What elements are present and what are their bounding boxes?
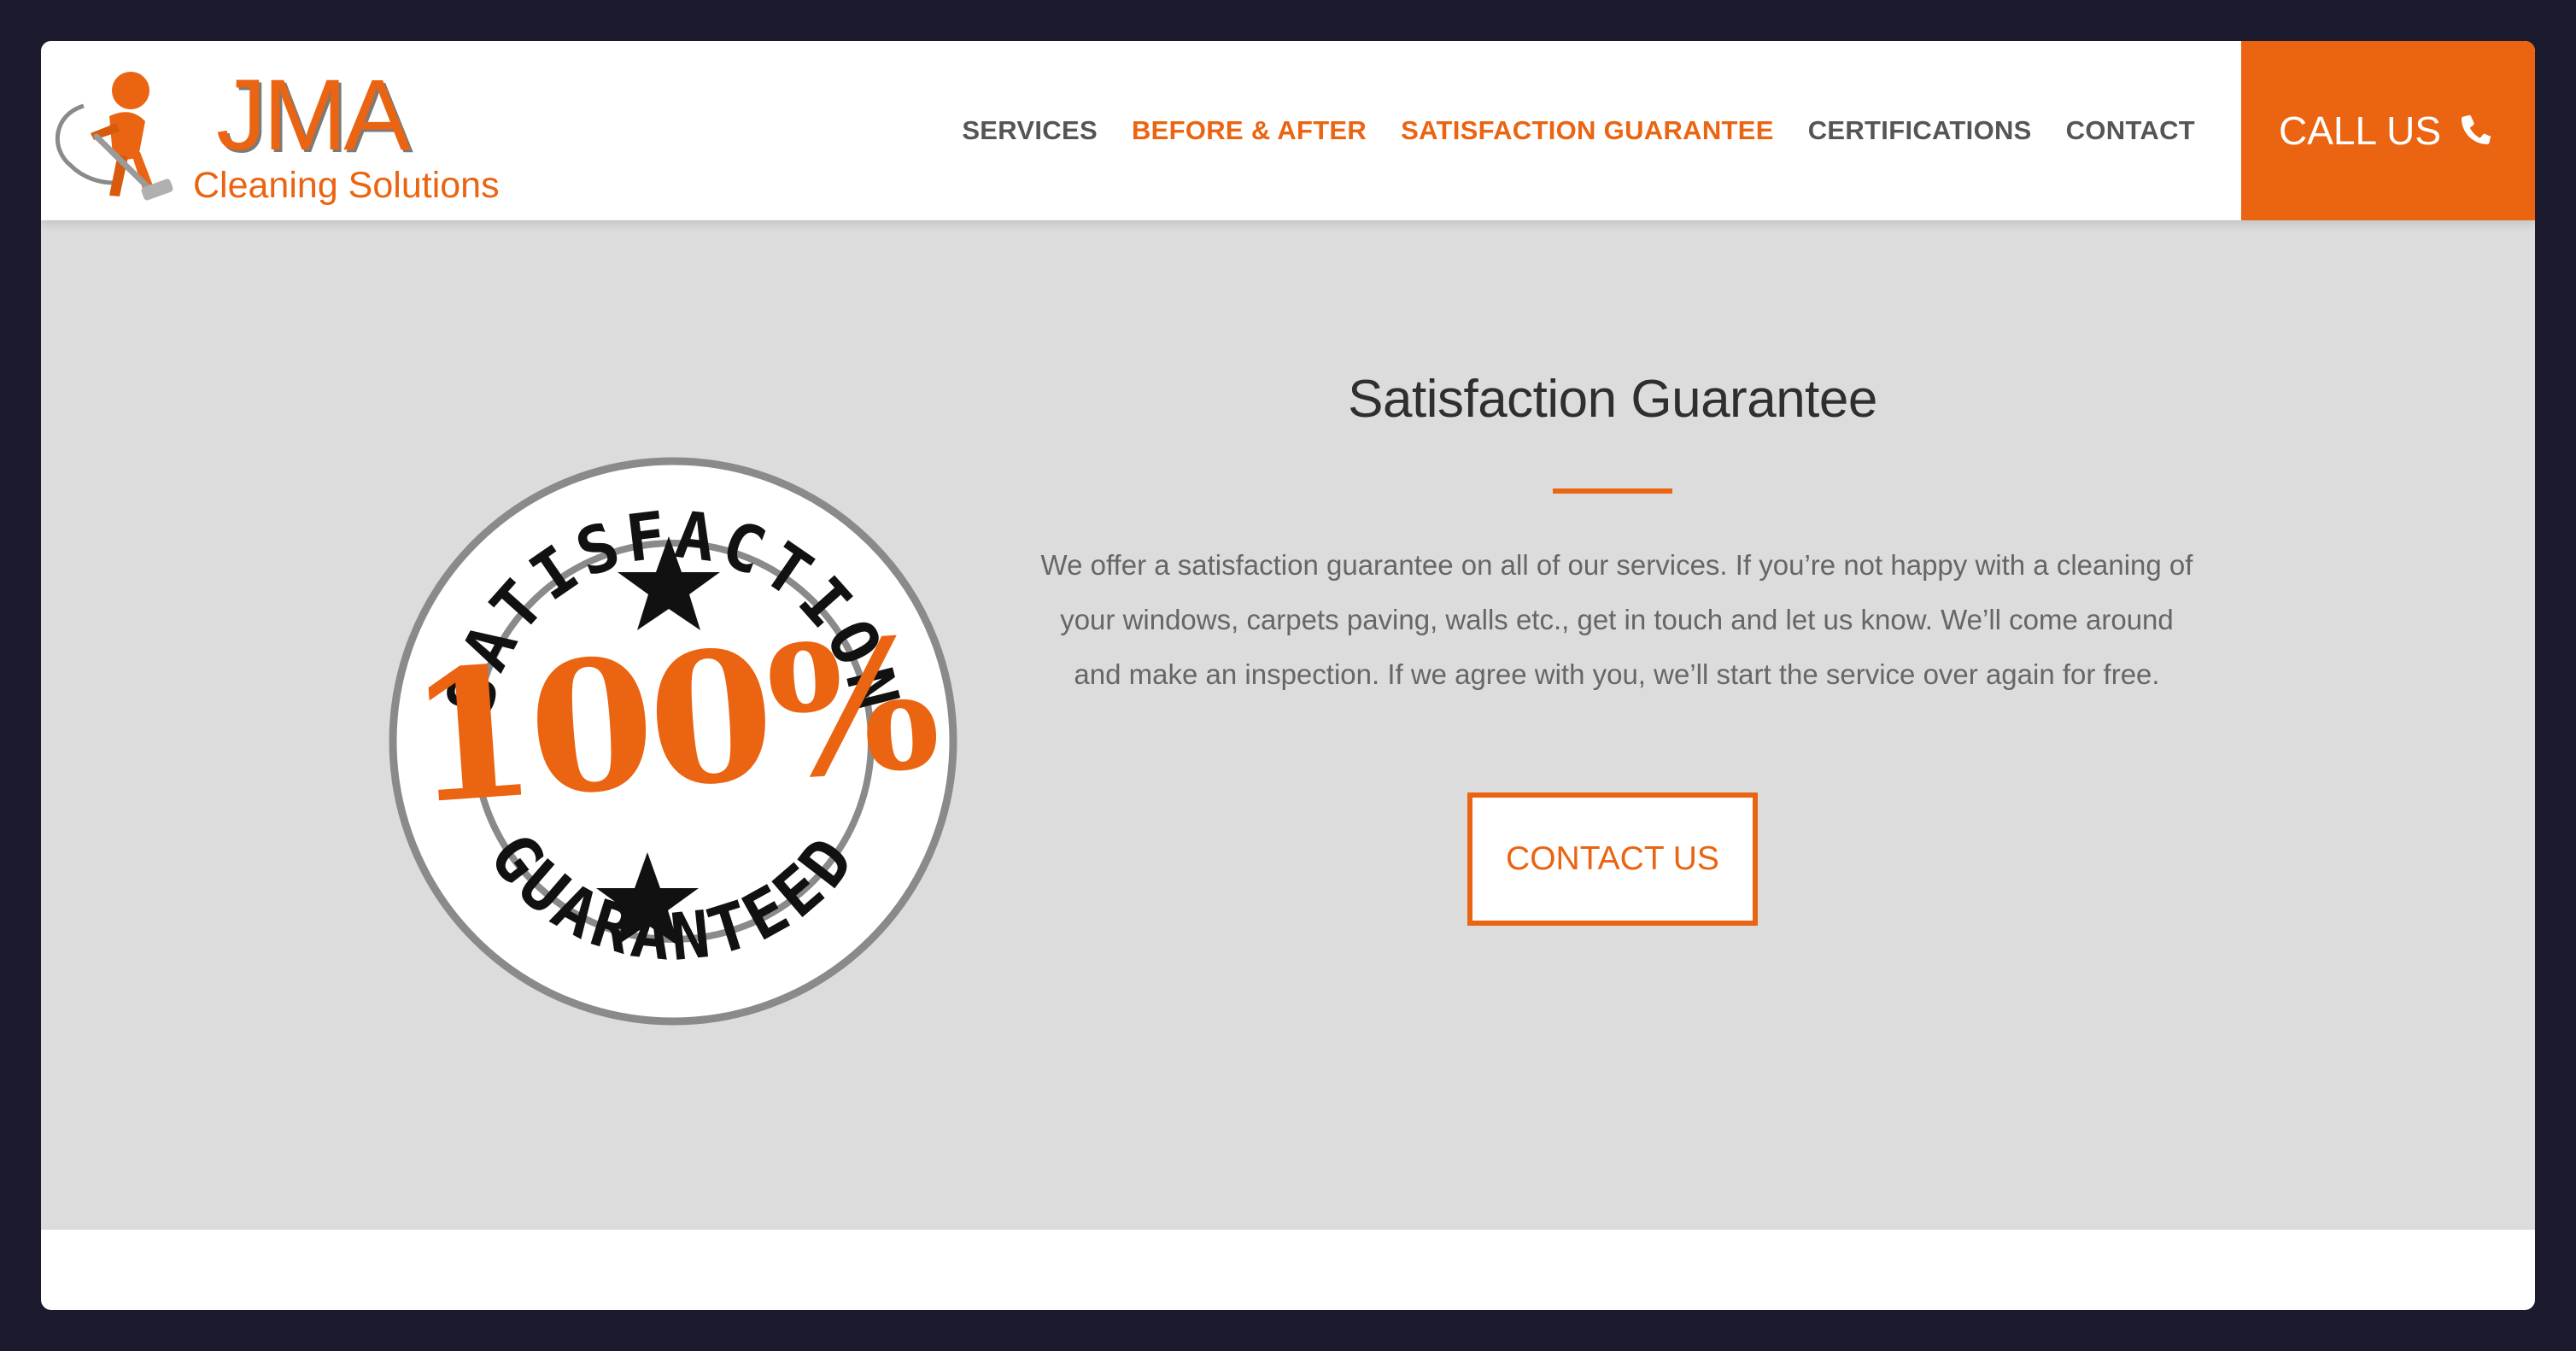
title-divider [1553, 488, 1672, 494]
guarantee-description: We offer a satisfaction guarantee on all… [1040, 549, 2193, 690]
badge-percent: 100% [403, 598, 942, 845]
nav-item-before-after[interactable]: BEFORE & AFTER [1132, 115, 1367, 146]
call-us-label: CALL US [2278, 108, 2442, 153]
nav-item-satisfaction-guarantee[interactable]: SATISFACTION GUARANTEE [1401, 115, 1774, 146]
nav-item-services[interactable]: SERVICES [962, 115, 1098, 146]
brand-name: JMA [216, 59, 411, 172]
main-nav: SERVICES BEFORE & AFTER SATISFACTION GUA… [962, 41, 2195, 220]
browser-window: JMA Cleaning Solutions SERVICES BEFORE &… [41, 41, 2535, 1310]
brand-tagline: Cleaning Solutions [193, 165, 500, 206]
phone-icon [2462, 114, 2492, 144]
page-title: Satisfaction Guarantee [1348, 370, 1877, 429]
nav-item-certifications[interactable]: CERTIFICATIONS [1808, 115, 2032, 146]
site-logo[interactable]: JMA Cleaning Solutions [50, 55, 528, 208]
nav-item-contact[interactable]: CONTACT [2066, 115, 2195, 146]
cleaning-mascot-icon [56, 72, 173, 201]
contact-us-button[interactable]: CONTACT US [1467, 792, 1758, 926]
guarantee-stamp-icon: SATISFACTION GUARANTEED 100% [389, 457, 957, 1026]
hero-section: SATISFACTION GUARANTEED 100% Satisfactio… [41, 220, 2535, 1230]
call-us-button[interactable]: CALL US [2241, 41, 2535, 220]
site-header: JMA Cleaning Solutions SERVICES BEFORE &… [41, 41, 2535, 220]
guarantee-content: Satisfaction Guarantee We offer a satisf… [1015, 366, 2210, 926]
